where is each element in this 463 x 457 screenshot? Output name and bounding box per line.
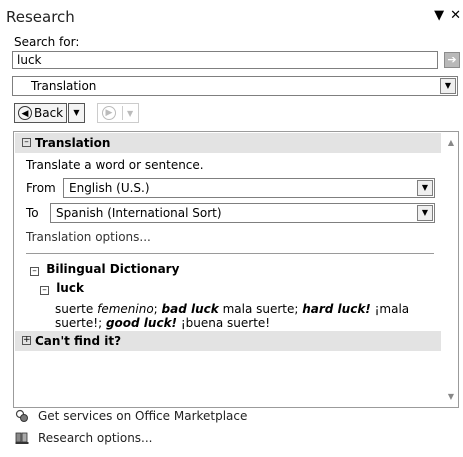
translation-section-header[interactable]: – Translation bbox=[15, 133, 441, 153]
research-options-link[interactable]: Research options... bbox=[15, 431, 153, 445]
service-dropdown-value: Translation bbox=[31, 79, 97, 93]
entry-text: mala suerte; bbox=[218, 302, 303, 316]
back-button-label: Back bbox=[34, 106, 64, 120]
entry-phrase: good luck! bbox=[105, 316, 178, 330]
search-input[interactable] bbox=[12, 51, 438, 69]
scroll-down-icon[interactable]: ▼ bbox=[448, 392, 454, 401]
chevron-down-icon[interactable]: ▼ bbox=[440, 78, 456, 94]
collapse-icon[interactable]: – bbox=[30, 267, 39, 276]
back-button[interactable]: ◀ Back bbox=[14, 103, 68, 123]
to-label: To bbox=[26, 206, 39, 220]
separator bbox=[122, 106, 123, 120]
bilingual-dictionary-header[interactable]: – Bilingual Dictionary bbox=[30, 262, 179, 276]
service-dropdown[interactable]: Translation ▼ bbox=[12, 76, 458, 96]
to-language-dropdown[interactable]: Spanish (International Sort) ▼ bbox=[50, 203, 435, 223]
bilingual-dictionary-label: Bilingual Dictionary bbox=[46, 262, 180, 276]
forward-button[interactable]: ▶ ▼ bbox=[97, 103, 139, 123]
entry-gender: femenino bbox=[97, 302, 154, 316]
pane-menu-icon[interactable]: ▼ bbox=[434, 8, 444, 23]
translation-header-label: Translation bbox=[35, 136, 111, 150]
divider bbox=[26, 253, 434, 254]
chevron-down-icon: ▼ bbox=[73, 108, 80, 117]
collapse-icon[interactable]: – bbox=[40, 286, 49, 295]
expand-icon[interactable]: + bbox=[22, 336, 31, 345]
translation-prompt: Translate a word or sentence. bbox=[26, 158, 204, 172]
research-options-label: Research options... bbox=[38, 431, 153, 445]
headword-label: luck bbox=[56, 281, 84, 295]
cant-find-section-header[interactable]: + Can't find it? bbox=[15, 331, 441, 351]
collapse-icon[interactable]: – bbox=[22, 138, 31, 147]
research-options-icon bbox=[15, 432, 29, 444]
dictionary-entry: suerte femenino; bad luck mala suerte; h… bbox=[55, 302, 435, 330]
to-language-value: Spanish (International Sort) bbox=[56, 206, 222, 220]
marketplace-icon bbox=[15, 409, 28, 422]
marketplace-label: Get services on Office Marketplace bbox=[38, 409, 248, 423]
forward-arrow-icon: ▶ bbox=[102, 106, 116, 120]
entry-word: suerte bbox=[55, 302, 94, 316]
chevron-down-icon: ▼ bbox=[127, 108, 134, 118]
entry-text: ; bbox=[153, 302, 162, 316]
start-search-button[interactable]: ➔ bbox=[444, 52, 460, 68]
from-label: From bbox=[26, 181, 56, 195]
pane-controls: ▼ ✕ bbox=[428, 8, 461, 23]
close-icon[interactable]: ✕ bbox=[450, 8, 461, 23]
entry-phrase: bad luck bbox=[161, 302, 219, 316]
scroll-up-icon[interactable]: ▲ bbox=[448, 138, 454, 147]
pane-title: Research bbox=[6, 8, 75, 26]
chevron-down-icon[interactable]: ▼ bbox=[417, 205, 433, 221]
search-label: Search for: bbox=[14, 35, 80, 49]
results-panel[interactable]: ▲ ▼ – Translation Translate a word or se… bbox=[13, 131, 459, 408]
entry-text: ¡buena suerte! bbox=[177, 316, 271, 330]
back-arrow-icon: ◀ bbox=[18, 106, 32, 120]
from-language-dropdown[interactable]: English (U.S.) ▼ bbox=[63, 178, 435, 198]
cant-find-label: Can't find it? bbox=[35, 334, 122, 348]
back-history-dropdown[interactable]: ▼ bbox=[68, 103, 85, 123]
entry-phrase: hard luck! bbox=[302, 302, 371, 316]
from-language-value: English (U.S.) bbox=[69, 181, 150, 195]
go-arrow-icon: ➔ bbox=[447, 53, 457, 66]
marketplace-link[interactable]: Get services on Office Marketplace bbox=[15, 409, 247, 423]
headword-header[interactable]: – luck bbox=[40, 281, 84, 295]
chevron-down-icon[interactable]: ▼ bbox=[417, 180, 433, 196]
translation-options-link[interactable]: Translation options... bbox=[26, 230, 151, 244]
